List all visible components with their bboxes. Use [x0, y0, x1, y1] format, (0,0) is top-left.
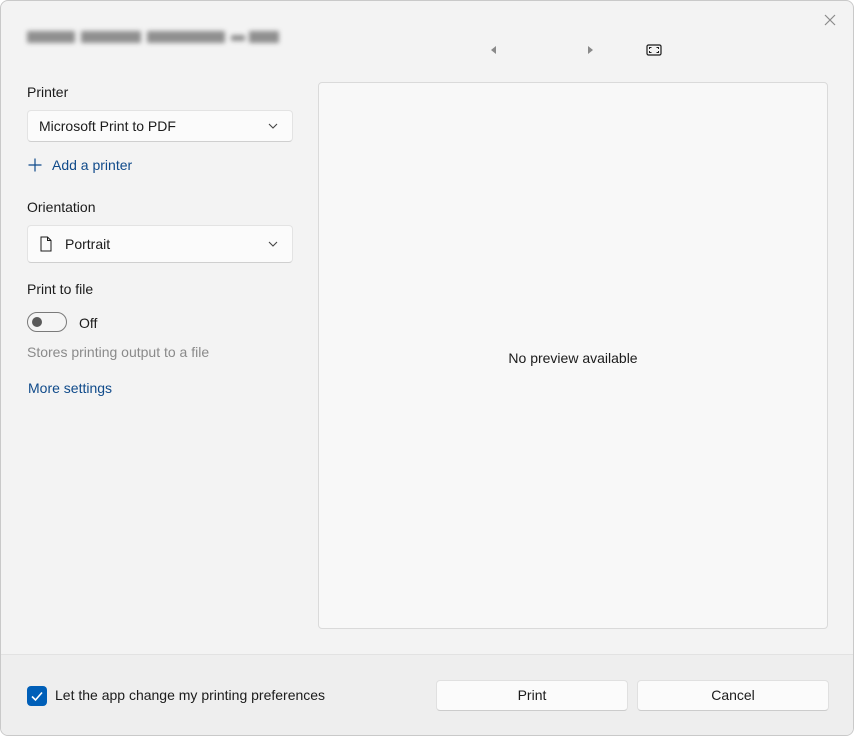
checkmark-icon [31, 691, 43, 702]
previous-page-icon [491, 46, 496, 54]
change-preferences-label: Let the app change my printing preferenc… [55, 687, 326, 703]
preview-message: No preview available [508, 350, 638, 366]
add-printer-link[interactable]: Add a printer [27, 156, 147, 176]
next-page-icon [588, 46, 593, 54]
orientation-select[interactable]: Portrait [27, 225, 293, 263]
printer-select-value: Microsoft Print to PDF [39, 118, 176, 134]
previous-page-button[interactable] [485, 41, 503, 59]
print-button[interactable]: Print [436, 680, 628, 711]
print-to-file-toggle[interactable] [27, 312, 67, 332]
orientation-label: Orientation [27, 199, 96, 215]
toggle-knob [32, 317, 42, 327]
print-to-file-label: Print to file [27, 281, 94, 297]
toggle-state-label: Off [79, 315, 98, 331]
close-icon [824, 14, 836, 26]
printer-label: Printer [27, 84, 69, 100]
printer-select[interactable]: Microsoft Print to PDF [27, 110, 293, 142]
next-page-button[interactable] [581, 41, 599, 59]
fit-to-window-icon [646, 44, 662, 56]
dialog-title [27, 29, 279, 45]
cancel-button[interactable]: Cancel [637, 680, 829, 711]
orientation-select-value: Portrait [65, 236, 111, 252]
change-preferences-checkbox[interactable] [27, 686, 47, 706]
page-icon [40, 236, 52, 252]
print-dialog: Printer Microsoft Print to PDF Add a pri… [0, 0, 854, 736]
chevron-down-icon [268, 123, 278, 129]
close-button[interactable] [819, 9, 841, 31]
plus-icon [28, 158, 42, 172]
print-to-file-hint: Stores printing output to a file [27, 344, 210, 360]
add-printer-label: Add a printer [52, 157, 133, 173]
print-preview-pane: No preview available [318, 82, 828, 629]
more-settings-link[interactable]: More settings [28, 380, 112, 396]
fit-to-window-button[interactable] [644, 41, 664, 59]
dialog-footer: Let the app change my printing preferenc… [1, 654, 853, 735]
chevron-down-icon [268, 241, 278, 247]
